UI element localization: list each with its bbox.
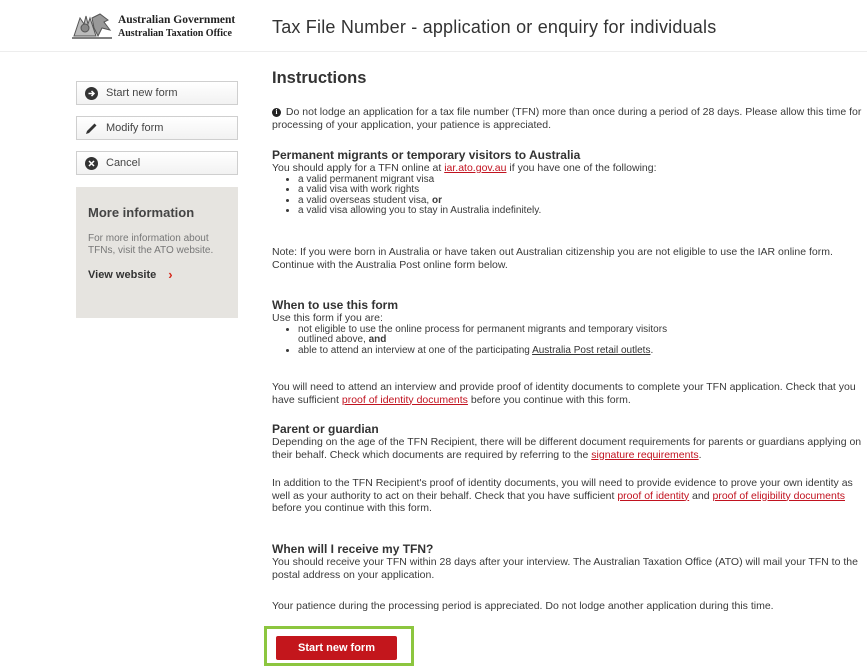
chevron-right-icon: › <box>168 267 173 282</box>
receive-tfn-paragraph-2: Your patience during the processing peri… <box>272 600 774 612</box>
iar-link[interactable]: iar.ato.gov.au <box>444 162 506 174</box>
start-button-highlight: Start new form <box>264 626 414 666</box>
info-icon: i <box>272 108 281 117</box>
receive-tfn-paragraph-1: You should receive your TFN within 28 da… <box>272 556 858 581</box>
proof-of-eligibility-link[interactable]: proof of eligibility documents <box>713 490 846 502</box>
page-title: Tax File Number - application or enquiry… <box>272 17 717 37</box>
more-information-panel: More information For more information ab… <box>76 187 238 318</box>
logo-line-government: Australian Government <box>118 14 236 26</box>
migrants-intro: You should apply for a TFN online at iar… <box>272 162 657 174</box>
more-information-text: For more information about TFNs, visit t… <box>88 233 214 256</box>
logo-line-ato: Australian Taxation Office <box>118 28 232 39</box>
view-website-link[interactable]: View website › <box>88 267 173 282</box>
modify-form-label: Modify form <box>106 122 164 134</box>
more-information-title: More information <box>88 205 195 220</box>
when-to-use-paragraph: You will need to attend an interview and… <box>272 381 856 406</box>
instructions-heading: Instructions <box>272 69 367 87</box>
start-new-form-label: Start new form <box>106 87 178 99</box>
eligibility-list: not eligible to use the online process f… <box>272 324 864 357</box>
proof-of-identity-documents-link[interactable]: proof of identity documents <box>342 394 468 406</box>
start-new-form-primary-button[interactable]: Start new form <box>276 636 397 660</box>
modify-form-button[interactable]: Modify form <box>76 116 238 140</box>
signature-requirements-link[interactable]: signature requirements <box>591 449 698 461</box>
coat-of-arms-icon <box>72 13 112 39</box>
parent-paragraph-1: Depending on the age of the TFN Recipien… <box>272 436 862 461</box>
list-item: not eligible to use the online process f… <box>298 324 684 346</box>
header-divider <box>0 51 867 52</box>
pencil-icon <box>85 122 98 135</box>
instructions-text: i Do not lodge an application for a tax … <box>272 106 862 131</box>
view-website-label: View website <box>88 268 157 281</box>
cancel-label: Cancel <box>106 157 141 169</box>
visa-list: a valid permanent migrant visa a valid v… <box>272 174 864 217</box>
when-to-use-heading: When to use this form <box>272 298 398 312</box>
cancel-button[interactable]: Cancel <box>76 151 238 175</box>
ato-logo: Australian Government Australian Taxatio… <box>70 10 262 42</box>
start-new-form-button[interactable]: Start new form <box>76 81 238 105</box>
list-item: a valid visa allowing you to stay in Aus… <box>298 205 864 217</box>
close-circle-icon <box>85 156 98 170</box>
parent-heading: Parent or guardian <box>272 422 379 436</box>
parent-paragraph-2: In addition to the TFN Recipient's proof… <box>272 477 853 514</box>
receive-tfn-heading: When will I receive my TFN? <box>272 542 434 556</box>
migrants-note: Note: If you were born in Australia or h… <box>272 246 833 271</box>
list-item: able to attend an interview at one of th… <box>298 345 684 357</box>
proof-of-identity-link[interactable]: proof of identity <box>617 490 689 502</box>
migrants-heading: Permanent migrants or temporary visitors… <box>272 148 581 162</box>
arrow-right-circle-icon <box>85 86 98 100</box>
australia-post-outlets-link[interactable]: Australia Post retail outlets <box>532 345 650 356</box>
